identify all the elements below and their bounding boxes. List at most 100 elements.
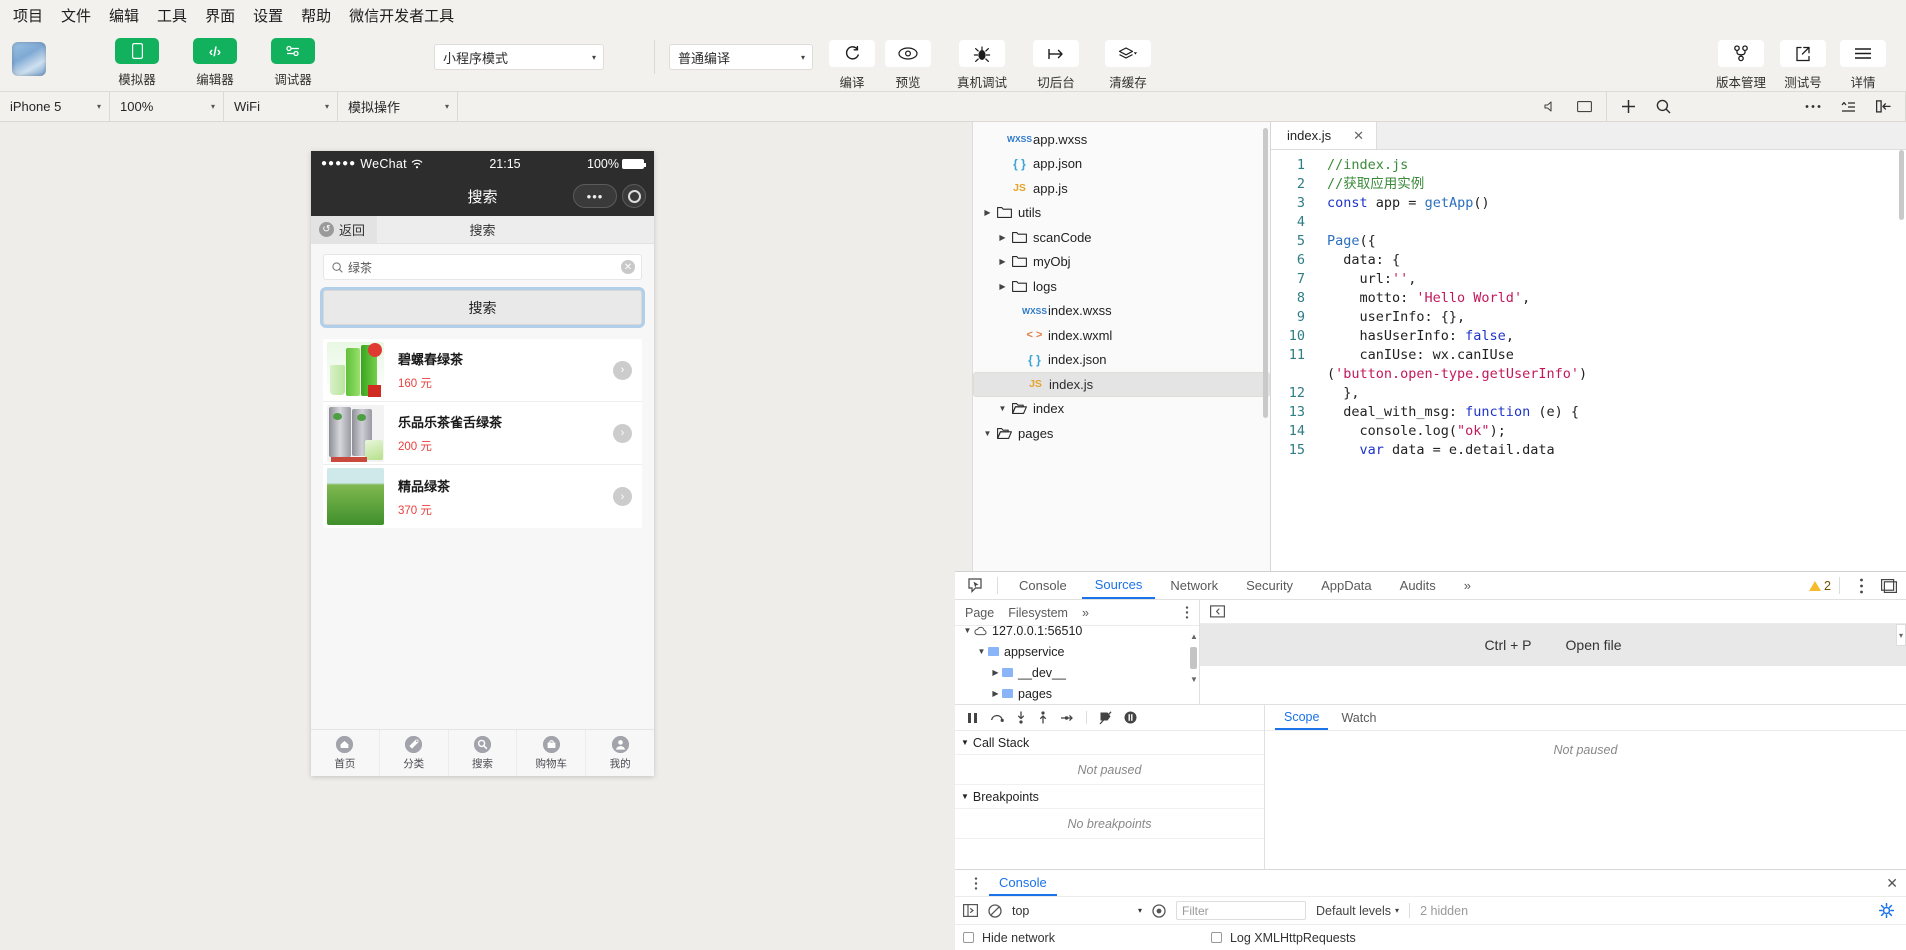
file-tree-item-utils[interactable]: ▶ utils: [973, 201, 1270, 226]
devtools-tab-console[interactable]: Console: [1006, 572, 1080, 599]
compile-select[interactable]: 普通编译 ▾: [669, 44, 813, 70]
call-stack-header[interactable]: ▼ Call Stack: [955, 731, 1264, 755]
details-button[interactable]: 详情: [1840, 40, 1886, 91]
file-tree-item-index-wxml[interactable]: < > index.wxml: [973, 323, 1270, 348]
file-tree-item-myobj[interactable]: ▶ myObj: [973, 250, 1270, 275]
add-file-icon[interactable]: [1621, 99, 1636, 114]
drawer-close-icon[interactable]: ✕: [1886, 875, 1906, 892]
menu-item-help[interactable]: 帮助: [292, 1, 340, 30]
file-tree-item-index-wxss[interactable]: WXSS index.wxss: [973, 299, 1270, 324]
watch-tab[interactable]: Watch: [1332, 705, 1385, 730]
version-manage-button[interactable]: 版本管理: [1716, 40, 1766, 91]
tabbar-item-search[interactable]: 搜索: [449, 730, 518, 776]
menu-item-devtools[interactable]: 微信开发者工具: [340, 1, 463, 30]
real-device-debug-button[interactable]: 真机调试: [957, 40, 1007, 91]
file-tree-item-logs[interactable]: ▶ logs: [973, 274, 1270, 299]
menu-item-interface[interactable]: 界面: [196, 1, 244, 30]
breakpoints-header[interactable]: ▼ Breakpoints: [955, 785, 1264, 809]
more-icon[interactable]: •••: [573, 184, 617, 208]
file-tree-item-index-json[interactable]: { } index.json: [973, 348, 1270, 373]
explorer-more-icon[interactable]: [1805, 104, 1821, 109]
mode-select[interactable]: 小程序模式 ▾: [434, 44, 604, 70]
file-tree-item-app-js[interactable]: JS app.js: [973, 176, 1270, 201]
sources-sidebar-toggle[interactable]: ▾: [1896, 624, 1906, 646]
dock-icon[interactable]: [1876, 578, 1902, 593]
list-item[interactable]: 精品绿茶 370 元 ›: [323, 465, 642, 528]
file-tree-item-index[interactable]: ▼ index: [973, 397, 1270, 422]
tabbar-item-cart[interactable]: 购物车: [517, 730, 587, 776]
file-tree-item-index-js[interactable]: JS index.js: [973, 372, 1270, 397]
editor-tab-index-js[interactable]: index.js ✕: [1271, 122, 1377, 149]
explorer-scrollbar[interactable]: [1263, 128, 1268, 418]
clear-icon[interactable]: [988, 903, 1002, 918]
console-levels-select[interactable]: Default levels ▾: [1316, 904, 1399, 918]
pause-icon[interactable]: [967, 712, 978, 724]
sources-panel-toggle-icon[interactable]: [1210, 605, 1225, 618]
sources-nav-tab-filesystem[interactable]: Filesystem: [1008, 606, 1068, 620]
clear-cache-button[interactable]: 清缓存: [1105, 40, 1152, 91]
collapse-all-icon[interactable]: [1841, 101, 1856, 113]
menu-item-edit[interactable]: 编辑: [100, 1, 148, 30]
file-tree-item-scancode[interactable]: ▶ scanCode: [973, 225, 1270, 250]
target-icon[interactable]: [622, 184, 646, 208]
devtools-tab-overflow[interactable]: »: [1451, 572, 1484, 599]
sources-tree-item[interactable]: ▶ __dev__: [955, 662, 1199, 683]
device-select[interactable]: iPhone 5 ▾: [0, 92, 110, 121]
list-item[interactable]: 乐品乐茶雀舌绿茶 200 元 ›: [323, 402, 642, 465]
sources-tree-item[interactable]: ▶ pages: [955, 683, 1199, 704]
compile-button[interactable]: 编译: [829, 40, 875, 91]
editor-toggle-button[interactable]: ‹/› 编辑器: [184, 38, 246, 88]
step-over-icon[interactable]: [990, 712, 1004, 724]
search-submit-button[interactable]: 搜索: [323, 290, 642, 325]
editor-scrollbar[interactable]: [1899, 150, 1904, 220]
close-icon[interactable]: ✕: [1353, 128, 1364, 144]
log-xhr-checkbox[interactable]: [1210, 932, 1222, 943]
search-input[interactable]: 绿茶 ✕: [323, 254, 642, 280]
sources-tree-scrollbar[interactable]: ▲ ▼: [1190, 632, 1198, 690]
screenshot-icon[interactable]: [1577, 100, 1592, 113]
file-tree-item-app-json[interactable]: { } app.json: [973, 152, 1270, 177]
sources-tree-item[interactable]: ▼ 127.0.0.1:56510: [955, 626, 1199, 641]
drawer-more-icon[interactable]: [963, 876, 989, 890]
console-sidebar-icon[interactable]: [963, 904, 978, 917]
menu-item-settings[interactable]: 设置: [244, 1, 292, 30]
sources-nav-overflow[interactable]: »: [1082, 606, 1089, 620]
menu-item-file[interactable]: 文件: [52, 1, 100, 30]
menu-item-project[interactable]: 项目: [4, 1, 52, 30]
settings-gear-icon[interactable]: [1879, 903, 1898, 918]
operation-select[interactable]: 模拟操作 ▾: [338, 92, 458, 121]
sources-nav-more-icon[interactable]: [1185, 606, 1189, 619]
search-files-icon[interactable]: [1656, 99, 1671, 114]
network-select[interactable]: WiFi ▾: [224, 92, 338, 121]
more-vertical-icon[interactable]: [1848, 578, 1874, 594]
step-out-icon[interactable]: [1038, 711, 1048, 724]
file-tree-item-app-wxss[interactable]: WXSS app.wxss: [973, 127, 1270, 152]
pause-on-exceptions-icon[interactable]: [1124, 711, 1137, 724]
sources-tree-item[interactable]: ▼ appservice: [955, 641, 1199, 662]
menu-item-tools[interactable]: 工具: [148, 1, 196, 30]
background-button[interactable]: 切后台: [1033, 40, 1080, 91]
deactivate-breakpoints-icon[interactable]: [1099, 710, 1112, 725]
inspect-icon[interactable]: [963, 578, 989, 593]
console-context-select[interactable]: top ▾: [1012, 904, 1142, 918]
simulator-toggle-button[interactable]: 模拟器: [106, 38, 168, 88]
devtools-tab-sources[interactable]: Sources: [1081, 572, 1156, 599]
scope-tab[interactable]: Scope: [1275, 705, 1329, 730]
warning-badge[interactable]: 2: [1809, 579, 1831, 593]
tabbar-item-category[interactable]: 分类: [380, 730, 449, 776]
devtools-tab-appdata[interactable]: AppData: [1308, 572, 1385, 599]
console-filter-input[interactable]: Filter: [1176, 901, 1306, 920]
devtools-tab-audits[interactable]: Audits: [1387, 572, 1449, 599]
step-into-icon[interactable]: [1016, 711, 1026, 724]
step-icon[interactable]: [1060, 713, 1074, 723]
mute-icon[interactable]: [1544, 100, 1559, 113]
sources-nav-tab-page[interactable]: Page: [965, 606, 994, 620]
panel-toggle-icon[interactable]: [1876, 100, 1891, 113]
clear-icon[interactable]: ✕: [621, 260, 635, 274]
devtools-tab-security[interactable]: Security: [1233, 572, 1306, 599]
zoom-select[interactable]: 100% ▾: [110, 92, 224, 121]
test-account-button[interactable]: 测试号: [1780, 40, 1826, 91]
back-button[interactable]: ↺ 返回: [311, 215, 378, 244]
file-tree-item-pages[interactable]: ▼ pages: [973, 421, 1270, 446]
tabbar-item-mine[interactable]: 我的: [586, 730, 654, 776]
